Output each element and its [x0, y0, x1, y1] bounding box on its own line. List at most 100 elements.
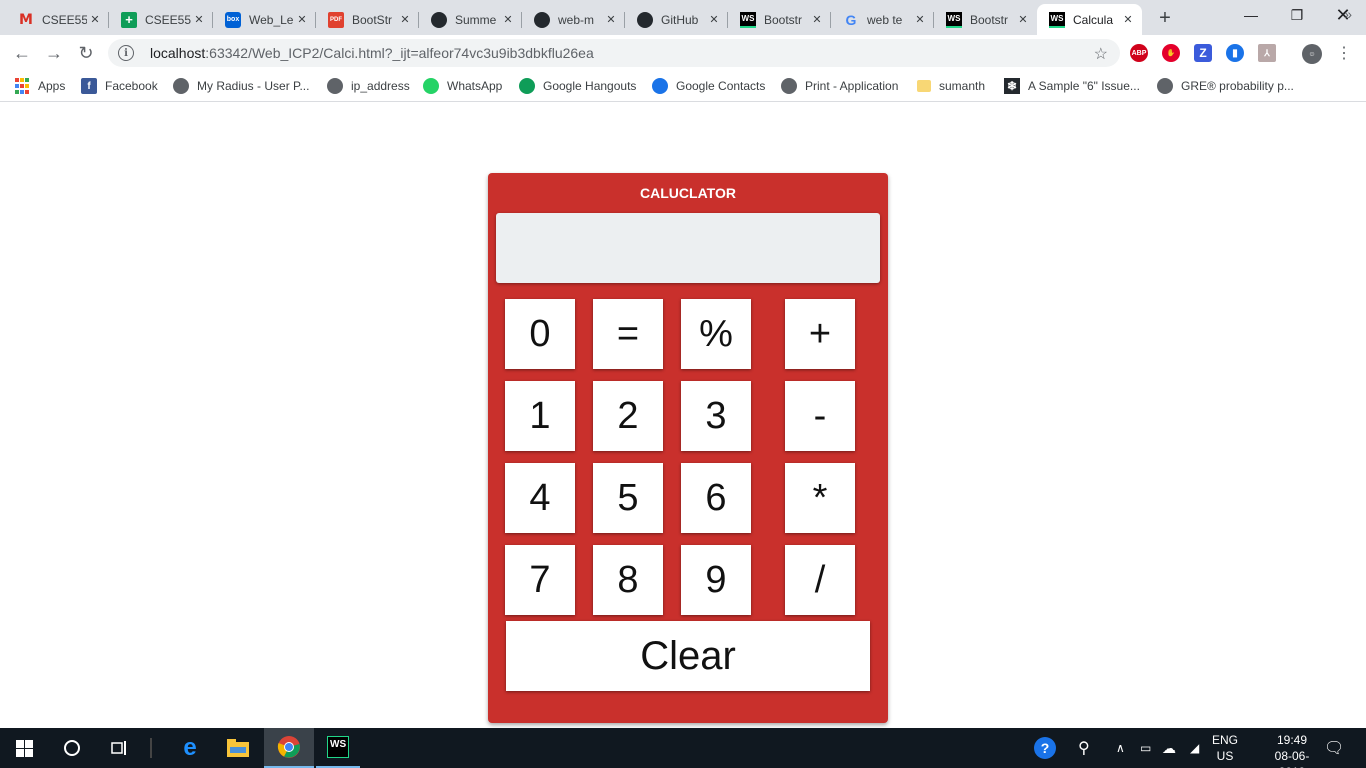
key-equals[interactable]: = — [593, 299, 663, 369]
box-icon: box — [225, 11, 241, 28]
key-4[interactable]: 4 — [505, 463, 575, 533]
battery-icon[interactable]: ▭ — [1140, 728, 1151, 768]
folder-icon — [917, 80, 931, 92]
tab-title: CSEE55 — [42, 12, 87, 27]
key-percent[interactable]: % — [681, 299, 751, 369]
back-arrow-icon[interactable]: ← — [8, 39, 36, 67]
system-clock[interactable]: 19:49 08-06-2019 — [1264, 732, 1320, 768]
clear-button[interactable]: Clear — [506, 621, 870, 691]
info-icon[interactable]: i — [118, 45, 134, 61]
key-7[interactable]: 7 — [505, 545, 575, 615]
new-tab-button[interactable]: + — [1152, 6, 1178, 30]
webstorm-icon[interactable]: WS — [316, 728, 360, 768]
bookmark-item[interactable]: sumanth — [917, 76, 985, 96]
tab-close-icon[interactable]: ✕ — [1120, 12, 1136, 28]
restore-button[interactable]: ❐ — [1274, 0, 1320, 30]
tab-close-icon[interactable]: ✕ — [1015, 12, 1031, 28]
tab-close-icon[interactable]: ✕ — [191, 12, 207, 28]
onedrive-cloud-icon[interactable]: ☁ — [1162, 728, 1176, 768]
tab-close-icon[interactable]: ✕ — [912, 12, 928, 28]
bookmark-label: WhatsApp — [447, 79, 503, 93]
key-divide[interactable]: / — [785, 545, 855, 615]
browser-tab[interactable]: GitHub ✕ — [625, 4, 728, 35]
calculator-panel: CALUCLATOR 0 =% +1 2 3- 4 5 6 * 7 8 9 / Clear — [488, 173, 888, 723]
show-hidden-icons-chevron[interactable]: ∧ — [1116, 728, 1125, 768]
browser-tab[interactable]: WS Bootstr ✕ — [728, 4, 831, 35]
browser-tab[interactable]: box Web_Le ✕ — [213, 4, 316, 35]
z-extension-icon[interactable]: Z — [1194, 44, 1212, 62]
key-3[interactable]: 3 — [681, 381, 751, 451]
file-explorer-icon[interactable] — [214, 728, 262, 768]
facebook-icon: f — [81, 78, 97, 94]
hangouts-icon — [519, 78, 535, 94]
bookmark-item[interactable]: Google Hangouts — [519, 76, 636, 96]
tab-close-icon[interactable]: ✕ — [397, 12, 413, 28]
people-icon[interactable]: ⚲ — [1078, 728, 1090, 768]
tab-close-icon[interactable]: ✕ — [294, 12, 310, 28]
menu-kebab-icon[interactable]: ⋮ — [1330, 39, 1358, 67]
minimize-button[interactable]: — — [1228, 0, 1274, 30]
windows-start-icon[interactable] — [0, 728, 48, 768]
bookmark-item[interactable]: GRE® probability p... — [1157, 76, 1294, 96]
tab-close-icon[interactable]: ✕ — [500, 12, 516, 28]
chrome-icon[interactable] — [264, 728, 314, 768]
bookmark-item[interactable]: f Facebook — [81, 76, 158, 96]
key-plus[interactable]: + — [785, 299, 855, 369]
key-9[interactable]: 9 — [681, 545, 751, 615]
key-6[interactable]: 6 — [681, 463, 751, 533]
browser-tab[interactable]: M CSEE55 ✕ — [6, 4, 109, 35]
tab-title: web te — [867, 12, 903, 27]
bookmarks-overflow-icon[interactable]: » — [1344, 6, 1352, 22]
help-icon[interactable]: ? — [1034, 728, 1058, 768]
bookmark-item[interactable]: My Radius - User P... — [173, 76, 309, 96]
edge-icon[interactable]: e — [166, 728, 214, 768]
stop-hand-icon[interactable]: ✋ — [1162, 44, 1180, 62]
key-8[interactable]: 8 — [593, 545, 663, 615]
key-minus[interactable]: - — [785, 381, 855, 451]
browser-tab[interactable]: WS Calcula ✕ — [1037, 4, 1142, 35]
browser-tab[interactable]: Gweb te ✕ — [831, 4, 934, 35]
key-2[interactable]: 2 — [593, 381, 663, 451]
pdf-extension-icon[interactable]: ⅄ — [1258, 44, 1276, 62]
profile-avatar[interactable]: ☺ — [1302, 44, 1322, 64]
bookmark-star-icon[interactable]: ☆ — [1094, 44, 1108, 64]
bookmark-item[interactable]: ❄ A Sample "6" Issue... — [1004, 76, 1140, 96]
bookmark-item[interactable]: WhatsApp — [423, 76, 502, 96]
forward-arrow-icon[interactable]: → — [40, 39, 68, 67]
action-center-icon[interactable]: 🗨 — [1324, 728, 1344, 768]
reload-icon[interactable]: ↻ — [72, 39, 100, 67]
calculator-title: CALUCLATOR — [640, 185, 736, 201]
webstorm-icon: WS — [1049, 11, 1065, 28]
bookmark-item[interactable]: Apps — [14, 76, 65, 96]
cortana-search-icon[interactable] — [48, 728, 96, 768]
tab-title: GitHub — [661, 12, 699, 27]
tab-close-icon[interactable]: ✕ — [87, 12, 103, 28]
tab-close-icon[interactable]: ✕ — [809, 12, 825, 28]
tab-title: Summe — [455, 12, 497, 27]
key-1[interactable]: 1 — [505, 381, 575, 451]
browser-tab[interactable]: web-m ✕ — [522, 4, 625, 35]
browser-tab[interactable]: Summe ✕ — [419, 4, 522, 35]
google-sheets-icon: + — [121, 11, 137, 28]
key-multiply[interactable]: * — [785, 463, 855, 533]
bookmark-item[interactable]: Google Contacts — [652, 76, 765, 96]
browser-tab[interactable]: + CSEE55 ✕ — [109, 4, 213, 35]
key-0[interactable]: 0 — [505, 299, 575, 369]
browser-tab[interactable]: PDF BootStr ✕ — [316, 4, 419, 35]
tab-close-icon[interactable]: ✕ — [706, 12, 722, 28]
wifi-icon[interactable]: ◢ — [1190, 728, 1199, 768]
github-icon — [431, 11, 447, 28]
input-language-indicator[interactable]: ENG US — [1210, 732, 1240, 764]
bookmark-item[interactable]: Print - Application — [781, 76, 898, 96]
key-5[interactable]: 5 — [593, 463, 663, 533]
tab-close-icon[interactable]: ✕ — [603, 12, 619, 28]
address-bar[interactable]: i localhost:63342/Web_ICP2/Calci.html?_i… — [108, 39, 1120, 67]
bookmark-item[interactable]: ip_address — [327, 76, 410, 96]
adblock-plus-icon[interactable]: ABP — [1130, 44, 1148, 62]
task-view-icon[interactable] — [96, 728, 144, 768]
browser-tab[interactable]: WS Bootstr ✕ — [934, 4, 1037, 35]
calculator-display[interactable] — [496, 213, 880, 283]
close-window-button[interactable]: ✕ — [1320, 0, 1366, 30]
shield-extension-icon[interactable]: ▮ — [1226, 44, 1244, 62]
url-text[interactable]: localhost:63342/Web_ICP2/Calci.html?_ijt… — [150, 45, 594, 61]
